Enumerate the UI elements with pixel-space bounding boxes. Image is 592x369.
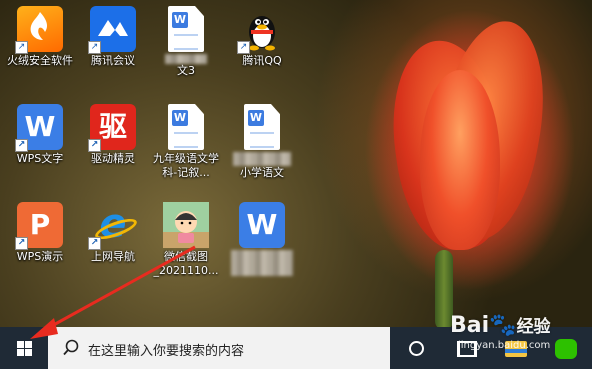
desktop-icon-doc-primary[interactable]: W 小学语文 bbox=[222, 98, 302, 180]
watermark-url: jingyan.baidu.com bbox=[458, 340, 551, 351]
desktop-icon-huorong[interactable]: ↗ 火绒安全软件 bbox=[0, 0, 80, 68]
blurred-name bbox=[165, 54, 207, 64]
cortana-button[interactable] bbox=[397, 327, 437, 369]
icon-label: WPS演示 bbox=[16, 250, 64, 263]
blurred-name bbox=[233, 152, 291, 166]
wps-doc-glyph: W bbox=[246, 208, 278, 241]
icon-label: WPS文字 bbox=[16, 152, 64, 165]
shortcut-arrow-icon: ↗ bbox=[15, 237, 28, 250]
doc-lines bbox=[174, 132, 198, 148]
search-icon bbox=[63, 339, 79, 356]
windows-logo-icon bbox=[25, 341, 32, 348]
wechat-icon bbox=[555, 339, 577, 359]
icon-label: 微信截图_2021110... bbox=[153, 250, 219, 277]
shortcut-arrow-icon: ↗ bbox=[237, 41, 250, 54]
desktop-icon-doc-grade9[interactable]: W 九年级语文学科-记叙... bbox=[146, 98, 226, 180]
desktop-icon-wps-writer[interactable]: W ↗ WPS文字 bbox=[0, 98, 80, 166]
paw-icon: 🐾 bbox=[489, 313, 517, 338]
driver-genius-glyph: 驱 bbox=[98, 110, 127, 143]
word-doc-icon: W bbox=[168, 104, 204, 150]
tulip-petal-front bbox=[420, 70, 500, 250]
wechat-taskbar-button[interactable] bbox=[547, 327, 587, 369]
desktop-icon-doc-wen3[interactable]: W 文3 bbox=[146, 0, 226, 78]
icon-label: 驱动精灵 bbox=[91, 152, 135, 165]
desktop-icon-wps-presentation[interactable]: P ↗ WPS演示 bbox=[0, 196, 80, 264]
windows-logo-icon bbox=[17, 341, 24, 348]
driver-genius-icon: 驱 ↗ bbox=[88, 104, 136, 152]
desktop-icon-driver-genius[interactable]: 驱 ↗ 驱动精灵 bbox=[73, 98, 153, 166]
shortcut-arrow-icon: ↗ bbox=[15, 139, 28, 152]
w-glyph: W bbox=[172, 110, 188, 126]
icon-label: 小学语文 bbox=[240, 166, 284, 179]
desktop-icon-qq[interactable]: ↗ 腾讯QQ bbox=[222, 0, 302, 68]
doc-lines bbox=[250, 132, 274, 148]
wps-presentation-icon: P ↗ bbox=[15, 202, 63, 250]
icon-label: 腾讯QQ bbox=[242, 54, 282, 67]
word-doc-icon: W bbox=[244, 104, 280, 150]
icon-label: 火绒安全软件 bbox=[7, 54, 73, 67]
windows-logo-icon bbox=[17, 349, 24, 356]
desktop-icon-wechat-screenshot[interactable]: 微信截图_2021110... bbox=[146, 196, 226, 278]
wps-doc-icon: W bbox=[239, 202, 285, 248]
desktop-icon-tencent-meeting[interactable]: ↗ 腾讯会议 bbox=[73, 0, 153, 68]
wps-writer-icon: W ↗ bbox=[15, 104, 63, 152]
cortana-circle-icon bbox=[409, 341, 424, 356]
icon-label: 文3 bbox=[177, 64, 195, 77]
desktop: ↗ 火绒安全软件 ↗ 腾讯会议 W 文3 ↗ 腾讯QQ W ↗ WPS文字 驱 … bbox=[0, 0, 592, 327]
tencent-meeting-icon: ↗ bbox=[88, 6, 136, 54]
qq-penguin-icon: ↗ bbox=[237, 6, 285, 54]
w-glyph: W bbox=[172, 12, 188, 28]
huorong-icon: ↗ bbox=[15, 6, 63, 54]
icon-label: 上网导航 bbox=[91, 250, 135, 263]
wps-writer-glyph: W bbox=[24, 110, 56, 143]
start-button[interactable] bbox=[0, 327, 48, 369]
search-input[interactable]: 在这里输入你要搜索的内容 bbox=[48, 327, 390, 369]
w-glyph: W bbox=[248, 110, 264, 126]
shortcut-arrow-icon: ↗ bbox=[88, 237, 101, 250]
shortcut-arrow-icon: ↗ bbox=[88, 41, 101, 54]
internet-explorer-icon: e ↗ bbox=[88, 202, 140, 250]
wps-presentation-glyph: P bbox=[29, 208, 51, 241]
desktop-icon-wps-doc[interactable]: W bbox=[222, 196, 302, 276]
shortcut-arrow-icon: ↗ bbox=[15, 41, 28, 54]
shortcut-arrow-icon: ↗ bbox=[88, 139, 101, 152]
doc-lines bbox=[174, 34, 198, 50]
blurred-name bbox=[231, 250, 293, 276]
icon-label: 九年级语文学科-记叙... bbox=[153, 152, 219, 179]
watermark-brand2: 经验 bbox=[516, 317, 551, 337]
icon-label: 腾讯会议 bbox=[91, 54, 135, 67]
watermark-brand: Bai bbox=[450, 313, 490, 338]
search-placeholder: 在这里输入你要搜索的内容 bbox=[88, 344, 245, 359]
windows-logo-icon bbox=[25, 349, 32, 356]
desktop-icon-web-navigation[interactable]: e ↗ 上网导航 bbox=[73, 196, 153, 264]
baidu-watermark: Bai🐾经验 bbox=[450, 312, 551, 338]
image-thumbnail-icon bbox=[163, 202, 209, 248]
word-doc-icon: W bbox=[168, 6, 204, 52]
